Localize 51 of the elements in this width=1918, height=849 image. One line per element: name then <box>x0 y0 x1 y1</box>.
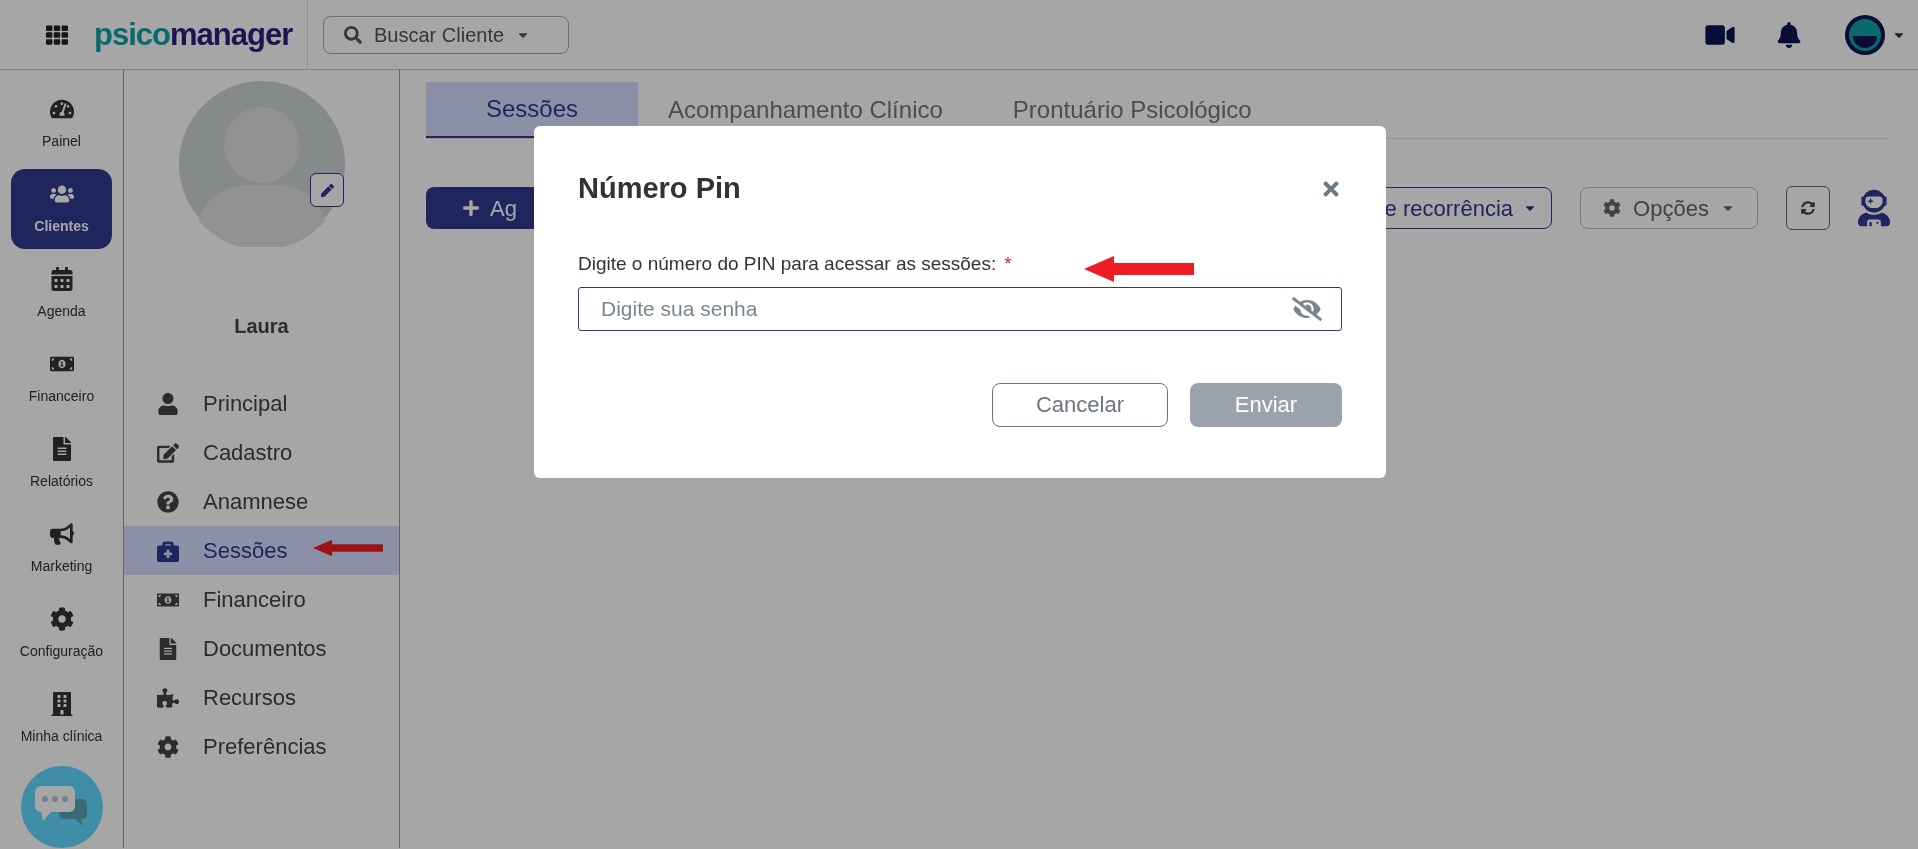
building-icon <box>49 691 74 716</box>
avatar-icon[interactable] <box>1844 13 1886 56</box>
edit-photo-button[interactable] <box>310 173 344 207</box>
medical-kit-icon <box>157 539 179 562</box>
tab[interactable]: Acompanhamento Clínico <box>638 82 973 138</box>
user-icon <box>157 392 179 415</box>
chat-bubble-icon[interactable] <box>20 766 103 848</box>
cancel-button[interactable]: Cancelar <box>992 382 1168 427</box>
nav-rail-item[interactable]: Marketing <box>11 509 112 589</box>
refresh-icon <box>1801 201 1815 215</box>
megaphone-icon <box>49 521 74 546</box>
pin-input-field[interactable]: Digite sua senha <box>578 286 1342 331</box>
refresh-button[interactable] <box>1786 186 1830 230</box>
apps-grid-icon[interactable] <box>46 23 68 46</box>
client-menu-item[interactable]: Sessões <box>124 526 399 575</box>
question-icon <box>157 490 179 513</box>
notification-bell-icon[interactable] <box>1776 21 1802 48</box>
gear-icon <box>1603 199 1622 217</box>
pencil-icon <box>320 183 334 197</box>
client-menu-item[interactable]: Recursos <box>124 673 399 722</box>
pin-field-label: Digite o número do PIN para acessar as sessões: <box>578 252 997 276</box>
required-mark: * <box>1004 252 1012 276</box>
nav-rail-item[interactable]: Agenda <box>11 254 112 334</box>
options-dropdown-button[interactable]: Opções <box>1580 187 1758 229</box>
document-icon <box>157 637 179 660</box>
tab[interactable]: Sessões <box>426 82 638 138</box>
hidden-eye-icon[interactable] <box>1292 295 1322 322</box>
gear-icon <box>49 606 74 631</box>
nav-rail-item[interactable]: Financeiro <box>11 339 112 419</box>
nav-rail-item[interactable]: Clientes <box>11 169 112 249</box>
search-icon <box>344 25 362 44</box>
client-menu-item[interactable]: Principal <box>124 379 399 428</box>
tab[interactable]: Prontuário Psicológico <box>982 82 1282 138</box>
calendar-icon <box>49 266 74 291</box>
astronaut-icon[interactable] <box>1858 189 1890 227</box>
client-menu-item[interactable]: Preferências <box>124 722 399 771</box>
client-menu-item[interactable]: Anamnese <box>124 477 399 526</box>
nav-rail-item[interactable]: Configuração <box>11 594 112 674</box>
gear-icon <box>157 735 179 758</box>
nav-rail-item[interactable]: Relatórios <box>11 424 112 504</box>
client-name: Laura <box>234 314 289 339</box>
client-menu-item[interactable]: Cadastro <box>124 428 399 477</box>
logo: psicomanager <box>94 19 293 50</box>
plus-icon <box>462 199 480 217</box>
client-menu-item[interactable]: Documentos <box>124 624 399 673</box>
edit-icon <box>157 441 179 464</box>
nav-rail-item[interactable]: Painel <box>11 84 112 164</box>
client-menu-item[interactable]: Financeiro <box>124 575 399 624</box>
search-client-button[interactable]: Buscar Cliente <box>323 15 569 54</box>
nav-rail-item[interactable]: Minha clínica <box>11 679 112 759</box>
puzzle-icon <box>157 686 179 709</box>
